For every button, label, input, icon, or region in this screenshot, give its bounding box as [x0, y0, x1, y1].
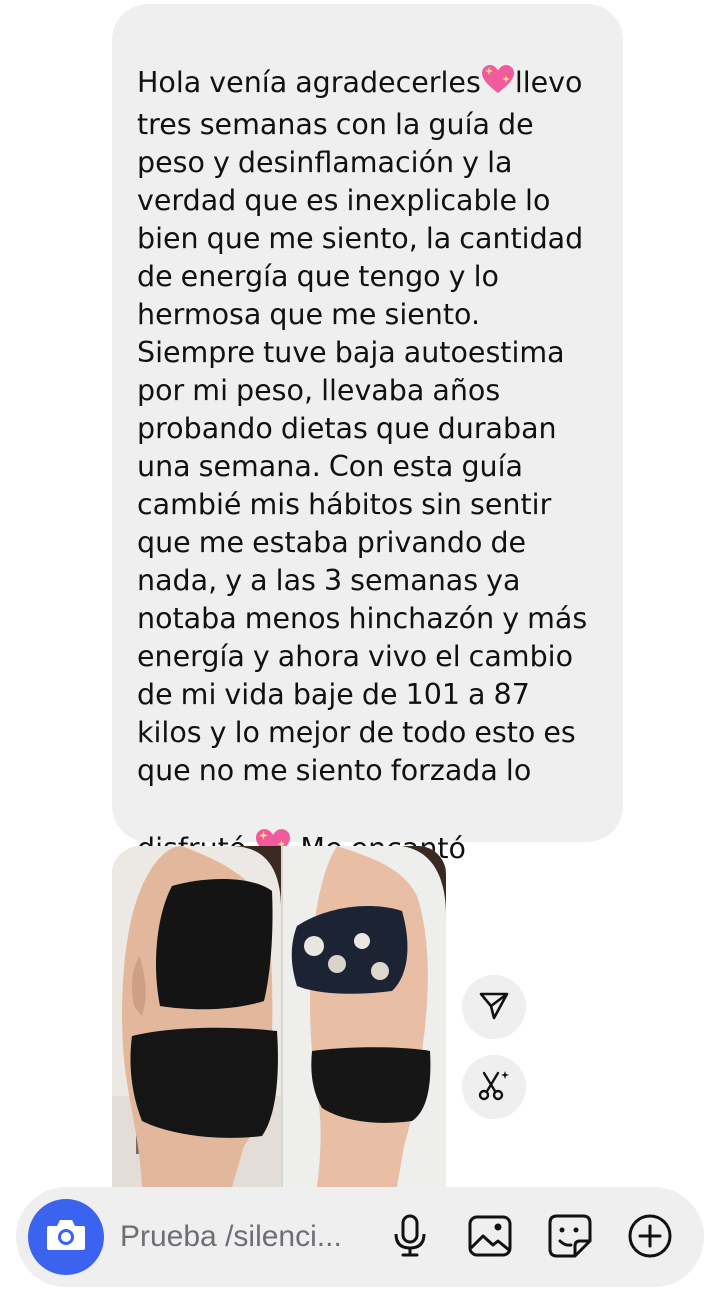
microphone-icon — [390, 1214, 430, 1262]
image-icon — [467, 1214, 513, 1262]
plus-circle-icon — [627, 1213, 673, 1263]
camera-icon — [44, 1215, 88, 1259]
sparkling-heart-icon — [481, 26, 515, 106]
sticker-button[interactable] — [547, 1213, 593, 1263]
microphone-button[interactable] — [387, 1214, 433, 1262]
send-icon — [477, 988, 511, 1026]
message-text-part: llevo tres semanas con la guía de peso y… — [137, 66, 588, 865]
sticker-icon — [547, 1213, 593, 1263]
camera-button[interactable] — [28, 1199, 104, 1275]
edit-button[interactable] — [462, 1055, 526, 1119]
message-text-part: Hola venía agradecerles — [137, 66, 481, 99]
message-input[interactable]: Prueba /silenci... — [120, 1217, 370, 1257]
gallery-button[interactable] — [467, 1215, 513, 1261]
more-button[interactable] — [627, 1213, 673, 1263]
message-bubble[interactable]: Hola venía agradecerles llevo tres seman… — [112, 4, 623, 898]
share-button[interactable] — [462, 975, 526, 1039]
message-text: Hola venía agradecerles llevo tres seman… — [137, 26, 605, 872]
before-after-photo[interactable] — [112, 846, 446, 1187]
message-composer: Prueba /silenci... — [16, 1187, 704, 1287]
scissors-sparkle-icon — [476, 1067, 512, 1107]
